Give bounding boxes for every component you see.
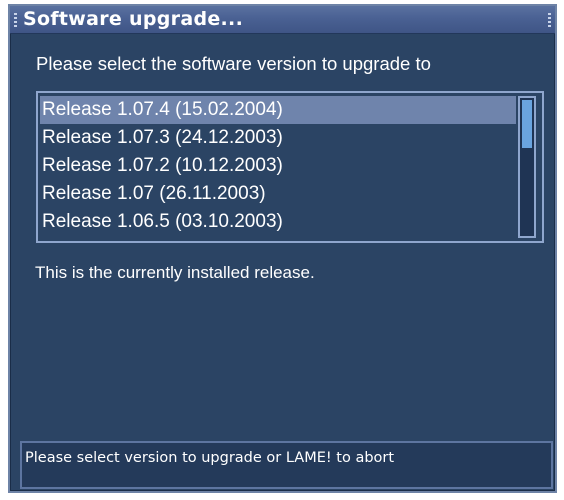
release-list-items: Release 1.07.4 (15.02.2004) Release 1.07…: [40, 96, 516, 236]
help-text: Please select version to upgrade or LAME…: [25, 450, 395, 466]
window-title: Software upgrade...: [23, 8, 244, 30]
drag-grip-icon: [14, 13, 17, 27]
release-item[interactable]: Release 1.07.4 (15.02.2004): [40, 96, 516, 124]
release-item[interactable]: Release 1.06.5 (03.10.2003): [40, 208, 516, 236]
release-item[interactable]: Release 1.07 (26.11.2003): [40, 180, 516, 208]
drag-grip-icon: [548, 13, 551, 27]
release-item[interactable]: Release 1.07.3 (24.12.2003): [40, 124, 516, 152]
help-bar: Please select version to upgrade or LAME…: [20, 441, 553, 489]
scrollbar-thumb[interactable]: [522, 100, 532, 148]
list-scrollbar[interactable]: [518, 96, 536, 238]
title-bar: Software upgrade...: [10, 6, 555, 34]
upgrade-dialog: Software upgrade... Please select the so…: [8, 4, 557, 493]
release-list[interactable]: Release 1.07.4 (15.02.2004) Release 1.07…: [36, 91, 544, 243]
release-status-text: This is the currently installed release.: [35, 263, 315, 282]
instruction-text: Please select the software version to up…: [36, 53, 431, 74]
release-item[interactable]: Release 1.07.2 (10.12.2003): [40, 152, 516, 180]
